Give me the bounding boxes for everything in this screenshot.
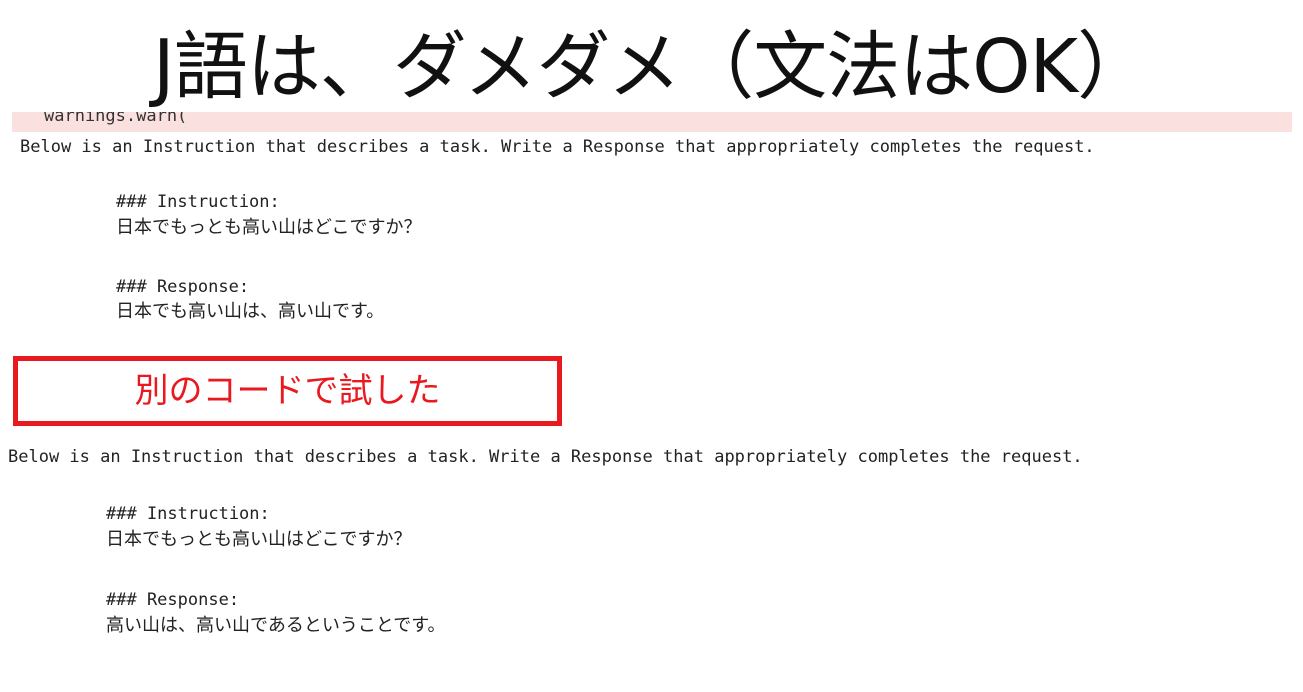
output2-instruction-header: ### Instruction: <box>106 504 270 524</box>
output2-response-text: 高い山は、高い山であるということです。 <box>106 615 446 636</box>
output1-instruction-text: 日本でもっとも高い山はどこですか？ <box>116 217 422 238</box>
output2-preamble: Below is an Instruction that describes a… <box>8 447 1083 467</box>
output1-instruction-header: ### Instruction: <box>116 192 280 212</box>
output1-preamble: Below is an Instruction that describes a… <box>20 137 1095 157</box>
slide-title: J語は、ダメダメ（文法はOK） <box>152 24 1151 110</box>
warning-output-strip: warnings.warn( <box>12 112 1292 132</box>
note-callout-text: 別のコードで試した <box>134 371 441 411</box>
note-callout-box: 別のコードで試した <box>13 356 562 426</box>
output2-instruction-text: 日本でもっとも高い山はどこですか？ <box>106 529 412 550</box>
output2-response-header: ### Response: <box>106 590 240 610</box>
output1-response-header: ### Response: <box>116 277 250 297</box>
output1-response-text: 日本でも高い山は、高い山です。 <box>116 301 385 322</box>
warning-line: warnings.warn( <box>44 112 188 126</box>
